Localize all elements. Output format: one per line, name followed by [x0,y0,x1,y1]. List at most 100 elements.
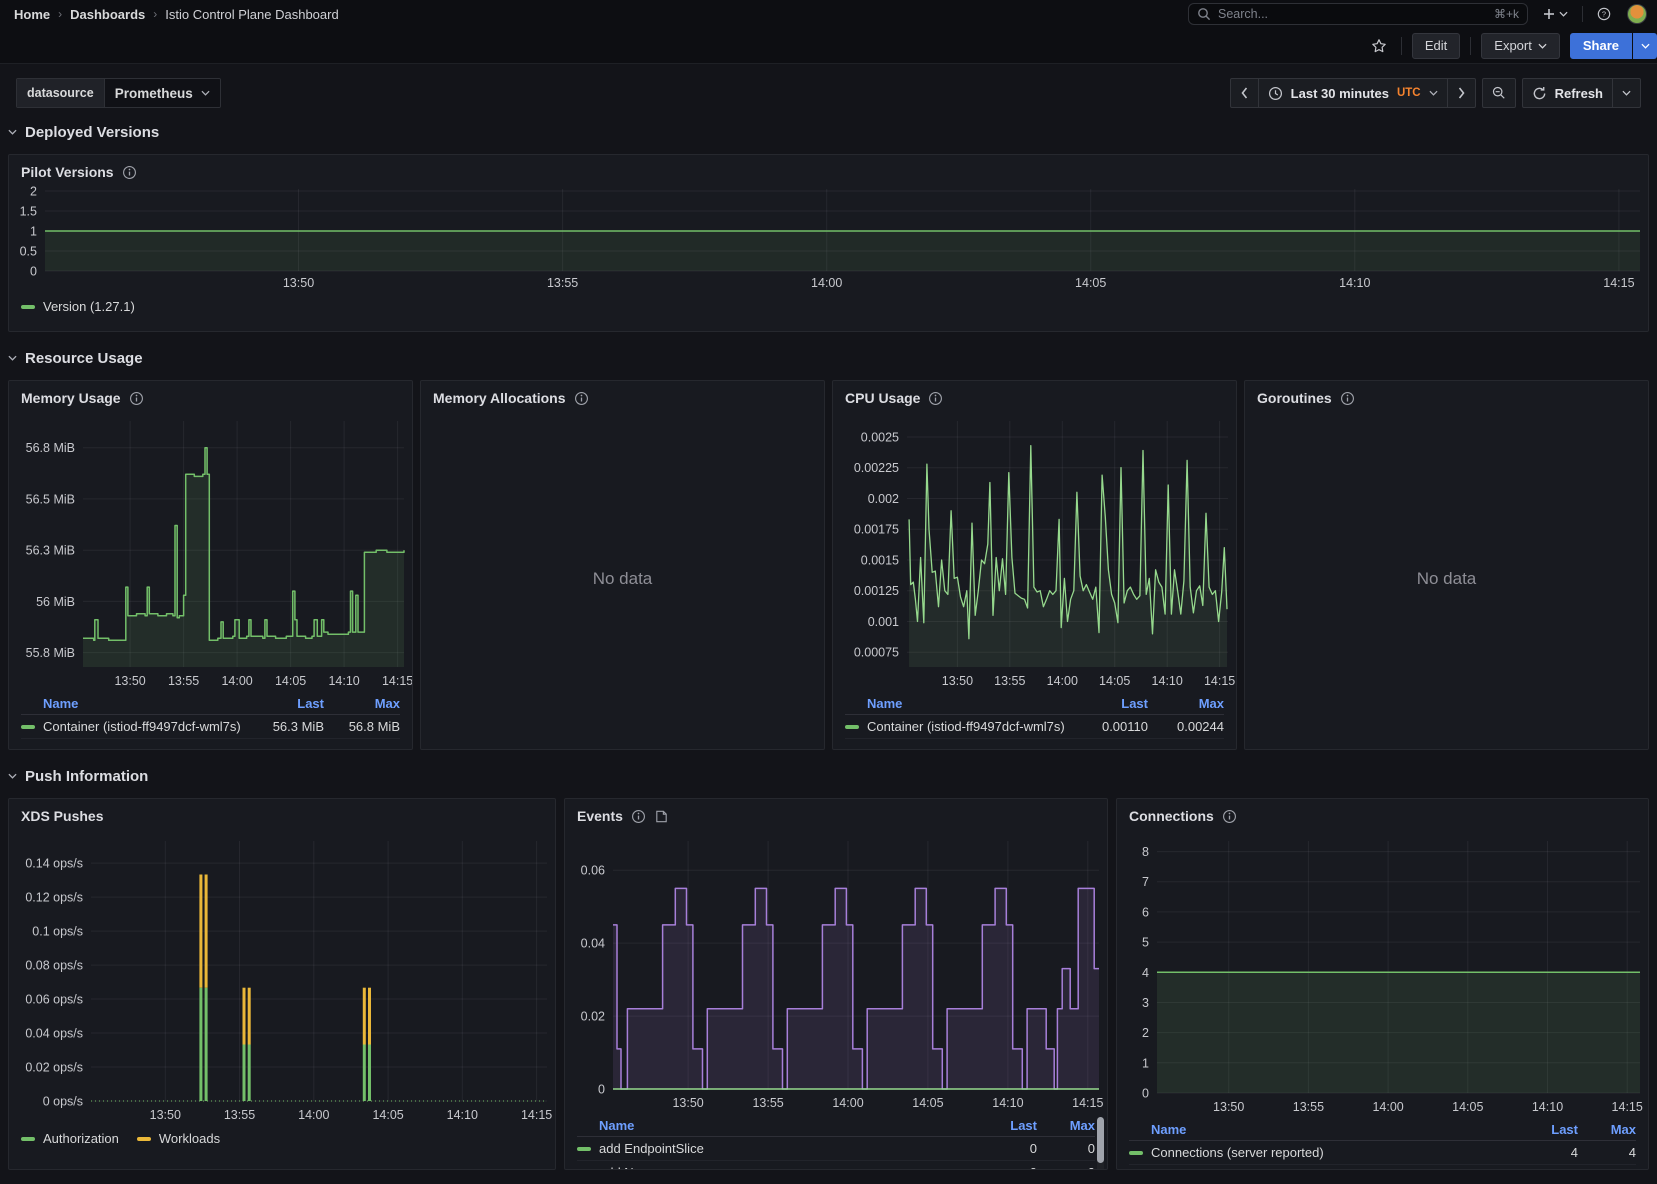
legend-header-name[interactable]: Name [1129,1122,1508,1137]
legend-header-last[interactable]: Last [967,1118,1037,1133]
legend-series-toggle[interactable]: Container (istiod-ff9497dcf-wml7s) [21,719,244,734]
datasource-select[interactable]: Prometheus [104,79,220,107]
svg-text:13:55: 13:55 [752,1096,783,1110]
panel-header: XDS Pushes [9,799,555,827]
svg-text:0.001: 0.001 [868,615,899,629]
panel-cpu-usage: CPU Usage 13:5013:5514:0014:0514:1014:15… [832,380,1237,750]
time-shift-forward-button[interactable] [1447,79,1475,107]
legend-header-last[interactable]: Last [244,696,324,711]
info-icon[interactable] [928,391,943,406]
breadcrumb-home[interactable]: Home [14,7,50,22]
legend-header-name[interactable]: Name [21,696,244,711]
user-avatar[interactable] [1627,4,1647,24]
svg-text:56 MiB: 56 MiB [36,595,75,609]
svg-text:14:00: 14:00 [1047,674,1078,688]
legend-scrollbar-thumb[interactable] [1097,1117,1104,1163]
chevron-down-icon [1641,43,1650,49]
series-max-value: 0.00244 [1148,719,1224,734]
clock-icon [1268,86,1283,101]
svg-text:14:15: 14:15 [1603,276,1634,290]
svg-text:14:00: 14:00 [298,1108,329,1122]
svg-text:0.08 ops/s: 0.08 ops/s [25,959,83,973]
legend-header-max[interactable]: Max [1148,696,1224,711]
series-swatch [1129,1151,1143,1155]
panel-title[interactable]: Goroutines [1257,390,1332,406]
legend-row: add EndpointSlice 0 0 [577,1137,1095,1161]
connections-chart[interactable]: 13:5013:5514:0014:0514:1014:15012345678 [1117,827,1648,1119]
xds-pushes-chart[interactable]: 13:5013:5514:0014:0514:1014:150 ops/s0.0… [9,827,555,1127]
chevron-down-icon [8,355,17,361]
breadcrumb-current-dashboard: Istio Control Plane Dashboard [165,7,338,22]
events-legend-table: Name Last Max add EndpointSlice 0 0 add … [565,1115,1107,1170]
legend-series-toggle[interactable]: Connections (server reported) [1129,1145,1508,1160]
push-information-row: XDS Pushes 13:5013:5514:0014:0514:1014:1… [8,798,1649,1170]
section-title: Resource Usage [25,350,143,367]
legend-header-last[interactable]: Last [1508,1122,1578,1137]
svg-text:13:50: 13:50 [942,674,973,688]
pilot-versions-legend: Version (1.27.1) [9,295,1648,322]
share-menu-button[interactable] [1633,33,1657,59]
legend-header-last[interactable]: Last [1068,696,1148,711]
pilot-versions-chart[interactable]: 13:5013:5514:0014:0514:1014:1500.511.52 [9,183,1648,295]
add-new-button[interactable] [1536,3,1574,25]
panel-title[interactable]: CPU Usage [845,390,920,406]
chevron-down-icon [1622,90,1631,96]
svg-text:14:10: 14:10 [1339,276,1370,290]
info-icon[interactable] [1340,391,1355,406]
legend-header-max[interactable]: Max [1578,1122,1636,1137]
legend-series-toggle[interactable]: Container (istiod-ff9497dcf-wml7s) [845,719,1068,734]
help-button[interactable]: ? [1591,3,1617,25]
legend-series-toggle[interactable]: add Namespaces [577,1165,967,1170]
legend-header-name[interactable]: Name [845,696,1068,711]
memory-usage-chart[interactable]: 13:5013:5514:0014:0514:1014:1555.8 MiB56… [9,409,412,693]
series-swatch [137,1137,151,1141]
legend-header-max[interactable]: Max [1037,1118,1095,1133]
events-chart[interactable]: 13:5013:5514:0014:0514:1014:1500.020.040… [565,827,1107,1115]
zoom-out-button[interactable] [1483,79,1515,107]
info-icon[interactable] [122,165,137,180]
section-deployed-versions[interactable]: Deployed Versions [8,118,1649,146]
legend-item-workloads[interactable]: Workloads [137,1131,220,1146]
datasource-picker: datasource Prometheus [16,78,221,108]
time-shift-back-button[interactable] [1231,79,1258,107]
deployed-versions-row: Pilot Versions 13:5013:5514:0014:0514:10… [8,154,1649,332]
panel-title[interactable]: Pilot Versions [21,164,114,180]
favorite-star-button[interactable] [1367,38,1391,54]
breadcrumb-dashboards[interactable]: Dashboards [70,7,145,22]
legend-row: Connections (server reported) 4 4 [1129,1141,1636,1165]
panel-title[interactable]: Memory Usage [21,390,121,406]
svg-text:0: 0 [30,265,37,279]
top-nav-bar: Home › Dashboards › Istio Control Plane … [0,0,1657,28]
time-range-picker[interactable]: Last 30 minutes UTC [1258,79,1447,107]
info-icon[interactable] [631,809,646,824]
search-input[interactable]: Search... ⌘+k [1188,3,1528,25]
legend-header-name[interactable]: Name [577,1118,967,1133]
panel-memory-allocations: Memory Allocations No data [420,380,825,750]
cpu-usage-chart[interactable]: 13:5013:5514:0014:0514:1014:150.000750.0… [833,409,1236,693]
info-icon[interactable] [129,391,144,406]
panel-description-icon[interactable] [654,809,669,824]
svg-text:2: 2 [30,185,37,199]
legend-item-version[interactable]: Version (1.27.1) [21,299,135,314]
legend-header-max[interactable]: Max [324,696,400,711]
info-icon[interactable] [1222,809,1237,824]
svg-text:55.8 MiB: 55.8 MiB [26,646,75,660]
refresh-interval-button[interactable] [1612,79,1640,107]
legend-item-authorization[interactable]: Authorization [21,1131,119,1146]
panel-title[interactable]: Connections [1129,808,1214,824]
share-button[interactable]: Share [1570,33,1632,59]
panel-title[interactable]: Memory Allocations [433,390,566,406]
panel-title[interactable]: XDS Pushes [21,808,103,824]
section-push-information[interactable]: Push Information [8,762,1649,790]
export-button[interactable]: Export [1481,33,1560,59]
edit-button[interactable]: Edit [1412,33,1460,59]
svg-text:1: 1 [1142,1056,1149,1070]
legend-series-toggle[interactable]: add EndpointSlice [577,1141,967,1156]
section-title: Push Information [25,768,148,785]
section-resource-usage[interactable]: Resource Usage [8,344,1649,372]
panel-memory-usage: Memory Usage 13:5013:5514:0014:0514:1014… [8,380,413,750]
refresh-button[interactable]: Refresh [1523,79,1612,107]
panel-title[interactable]: Events [577,808,623,824]
info-icon[interactable] [574,391,589,406]
svg-text:0.04 ops/s: 0.04 ops/s [25,1027,83,1041]
